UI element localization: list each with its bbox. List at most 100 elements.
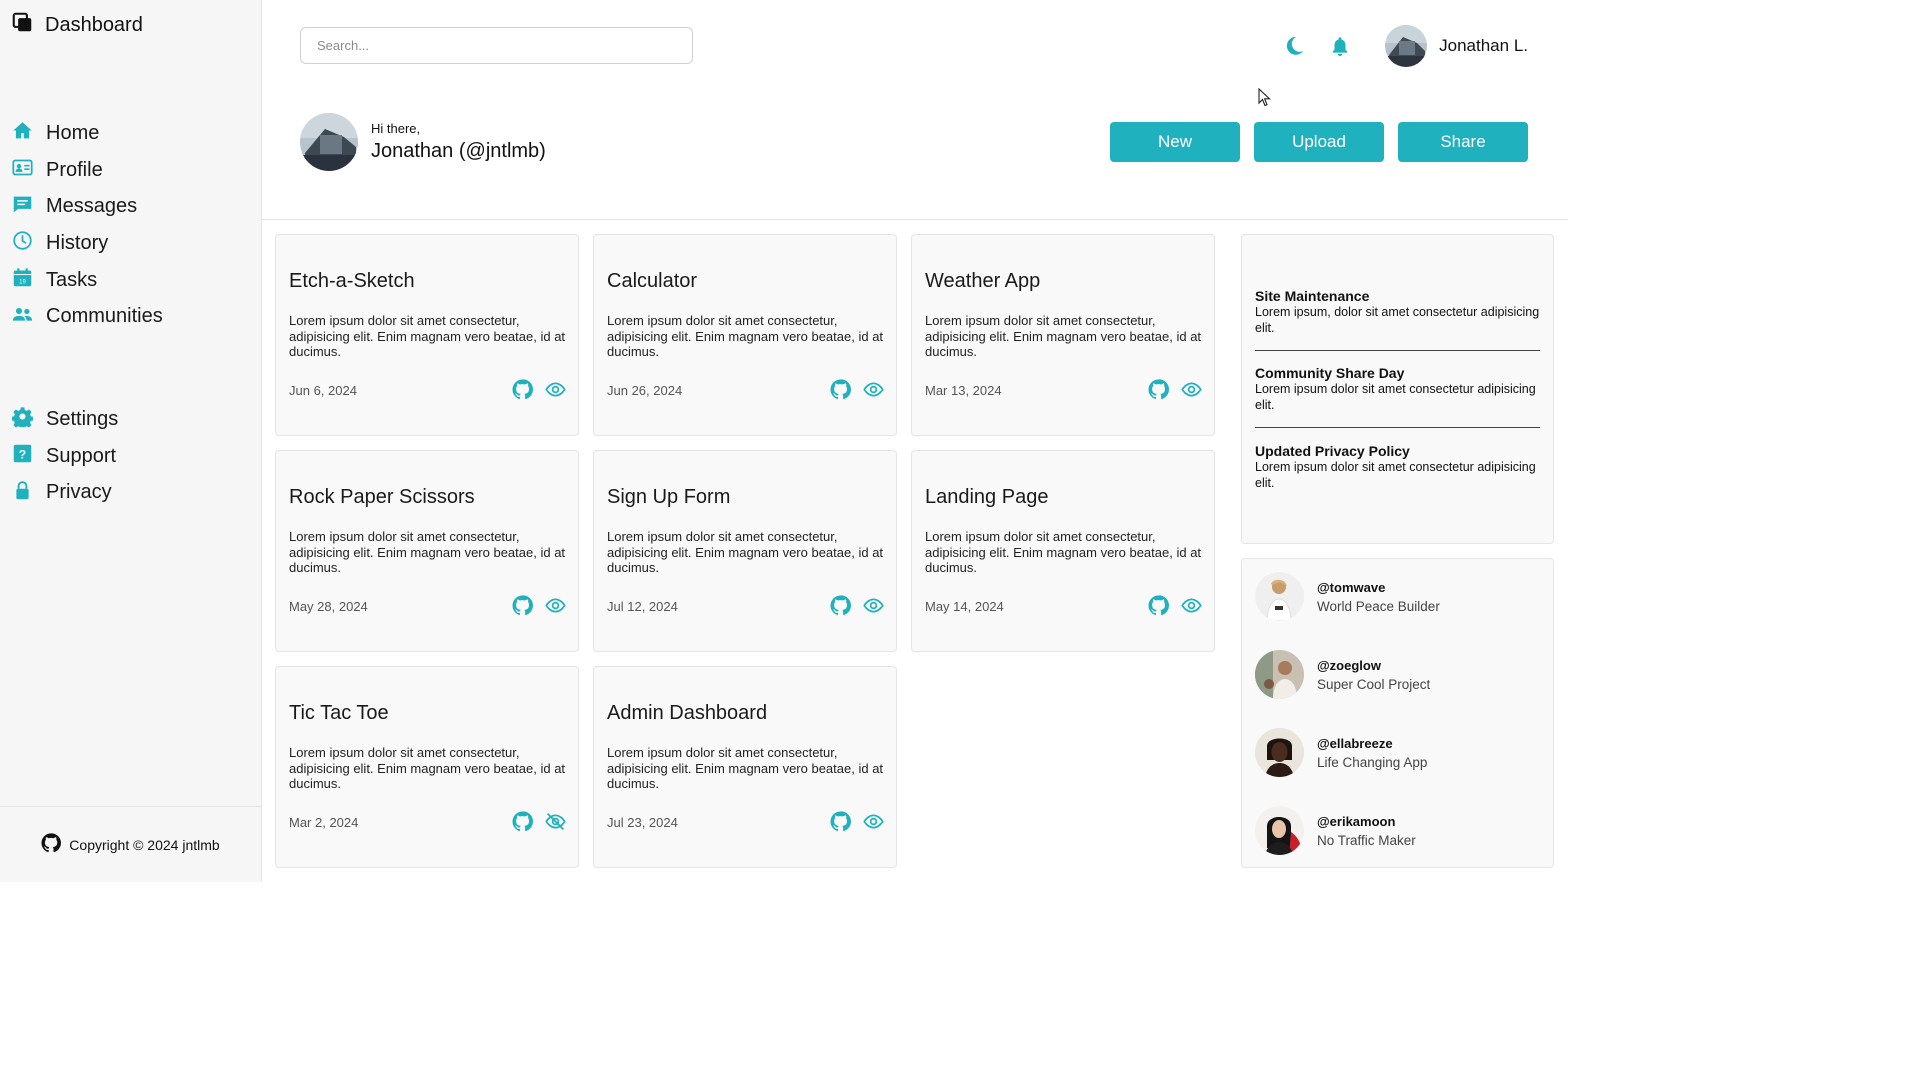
avatar[interactable]	[1255, 650, 1304, 699]
github-icon[interactable]	[512, 811, 533, 832]
trending-item[interactable]: @ellabreeze Life Changing App	[1255, 728, 1427, 777]
dashboard-icon	[12, 12, 33, 38]
project-description: Lorem ipsum dolor sit amet consectetur, …	[925, 529, 1202, 575]
user-name[interactable]: Jonathan L.	[1439, 36, 1528, 56]
eye-icon[interactable]	[863, 595, 884, 616]
trending-item[interactable]: @erikamoon No Traffic Maker	[1255, 806, 1416, 855]
app-root: Dashboard Home Profile Messages History …	[0, 0, 1568, 882]
github-icon[interactable]	[41, 833, 62, 856]
profile-card-icon	[12, 157, 33, 183]
announcement-item[interactable]: Site Maintenance Lorem ipsum, dolor sit …	[1255, 288, 1540, 336]
project-card[interactable]: Sign Up Form Lorem ipsum dolor sit amet c…	[593, 450, 897, 652]
eye-icon[interactable]	[863, 811, 884, 832]
eye-icon[interactable]	[1181, 379, 1202, 400]
sidebar-item-privacy[interactable]: Privacy	[12, 474, 118, 511]
github-icon[interactable]	[830, 595, 851, 616]
eye-off-icon[interactable]	[545, 811, 566, 832]
github-icon[interactable]	[830, 811, 851, 832]
project-title: Tic Tac Toe	[289, 702, 389, 724]
project-title: Admin Dashboard	[607, 702, 768, 724]
project-card[interactable]: Weather App Lorem ipsum dolor sit amet co…	[911, 234, 1215, 436]
mouse-cursor-icon	[1258, 87, 1272, 108]
sidebar: Dashboard Home Profile Messages History …	[0, 0, 262, 882]
sidebar-item-home[interactable]: Home	[12, 115, 273, 152]
project-actions	[512, 379, 566, 400]
project-description: Lorem ipsum dolor sit amet consectetur, …	[607, 529, 884, 575]
project-card[interactable]: Etch-a-Sketch Lorem ipsum dolor sit amet …	[275, 234, 579, 436]
sidebar-item-label: Privacy	[46, 481, 112, 504]
sidebar-item-label: Tasks	[46, 268, 98, 291]
project-title: Etch-a-Sketch	[289, 270, 415, 292]
share-button[interactable]: Share	[1398, 122, 1528, 162]
sidebar-item-communities[interactable]: Communities	[12, 298, 273, 335]
github-icon[interactable]	[512, 379, 533, 400]
greeting-small: Hi there,	[371, 121, 421, 136]
sidebar-item-support[interactable]: ? Support	[12, 438, 118, 475]
announcement-item[interactable]: Updated Privacy Policy Lorem ipsum dolor…	[1255, 443, 1540, 491]
project-date: Mar 13, 2024	[925, 383, 1002, 398]
greeting-name: Jonathan (@jntlmb)	[371, 140, 546, 162]
project-description: Lorem ipsum dolor sit amet consectetur, …	[925, 313, 1202, 359]
brand[interactable]: Dashboard	[12, 12, 143, 38]
announcement-item[interactable]: Community Share Day Lorem ipsum dolor si…	[1255, 365, 1540, 413]
eye-icon[interactable]	[545, 595, 566, 616]
trending-panel: @tomwave World Peace Builder @zoeglow Su…	[1241, 558, 1554, 868]
divider	[1255, 427, 1540, 428]
avatar[interactable]	[1255, 806, 1304, 855]
project-card[interactable]: Calculator Lorem ipsum dolor sit amet con…	[593, 234, 897, 436]
announcement-title: Community Share Day	[1255, 365, 1405, 381]
bell-icon[interactable]	[1329, 35, 1351, 57]
project-description: Lorem ipsum dolor sit amet consectetur, …	[289, 313, 566, 359]
eye-icon[interactable]	[1181, 595, 1202, 616]
project-card[interactable]: Rock Paper Scissors Lorem ipsum dolor sit…	[275, 450, 579, 652]
project-card[interactable]: Admin Dashboard Lorem ipsum dolor sit ame…	[593, 666, 897, 868]
project-actions	[512, 811, 566, 832]
sidebar-item-settings[interactable]: Settings	[11, 401, 118, 438]
github-icon[interactable]	[1148, 379, 1169, 400]
lock-icon	[12, 480, 33, 506]
upload-button[interactable]: Upload	[1254, 122, 1384, 162]
sidebar-item-label: History	[46, 231, 109, 254]
trending-item[interactable]: @zoeglow Super Cool Project	[1255, 650, 1430, 699]
github-icon[interactable]	[512, 595, 533, 616]
announcement-title: Site Maintenance	[1255, 288, 1370, 304]
help-icon: ?	[12, 443, 33, 469]
trending-handle: @zoeglow	[1317, 657, 1381, 673]
trending-project: No Traffic Maker	[1317, 832, 1416, 848]
sidebar-item-messages[interactable]: Messages	[12, 188, 273, 225]
trending-item[interactable]: @tomwave World Peace Builder	[1255, 572, 1440, 621]
trending-handle: @erikamoon	[1317, 813, 1396, 829]
sidebar-item-label: Communities	[46, 305, 163, 328]
avatar	[300, 113, 358, 171]
svg-text:?: ?	[19, 447, 26, 461]
search-input[interactable]	[300, 27, 693, 64]
eye-icon[interactable]	[545, 379, 566, 400]
github-icon[interactable]	[1148, 595, 1169, 616]
sidebar-footer: Copyright © 2024 jntlmb	[0, 806, 261, 882]
sidebar-item-profile[interactable]: Profile	[12, 152, 273, 189]
project-actions	[830, 595, 884, 616]
project-actions	[830, 379, 884, 400]
avatar[interactable]	[1385, 25, 1428, 67]
project-actions	[830, 811, 884, 832]
copyright-text: Copyright © 2024 jntlmb	[69, 836, 220, 853]
project-date: Jun 26, 2024	[607, 383, 683, 398]
avatar[interactable]	[1255, 572, 1304, 621]
project-card[interactable]: Landing Page Lorem ipsum dolor sit amet c…	[911, 450, 1215, 652]
trending-text: @zoeglow Super Cool Project	[1317, 658, 1430, 692]
history-icon	[12, 230, 33, 256]
project-card[interactable]: Tic Tac Toe Lorem ipsum dolor sit amet co…	[275, 666, 579, 868]
sidebar-item-history[interactable]: History	[12, 225, 273, 262]
sidebar-item-tasks[interactable]: 19 Tasks	[12, 262, 273, 299]
gear-icon	[11, 406, 34, 432]
greeting-text: Hi there, Jonathan (@jntlmb)	[371, 121, 546, 163]
github-icon[interactable]	[830, 379, 851, 400]
message-icon	[12, 194, 33, 220]
project-description: Lorem ipsum dolor sit amet consectetur, …	[607, 313, 884, 359]
eye-icon[interactable]	[863, 379, 884, 400]
moon-icon[interactable]	[1283, 35, 1305, 57]
main-content: Jonathan L. Hi there, Jonathan (@jntlmb)…	[262, 0, 1568, 882]
announcement-text: Lorem ipsum dolor sit amet consectetur a…	[1255, 460, 1536, 490]
new-button[interactable]: New	[1110, 122, 1240, 162]
avatar[interactable]	[1255, 728, 1304, 777]
